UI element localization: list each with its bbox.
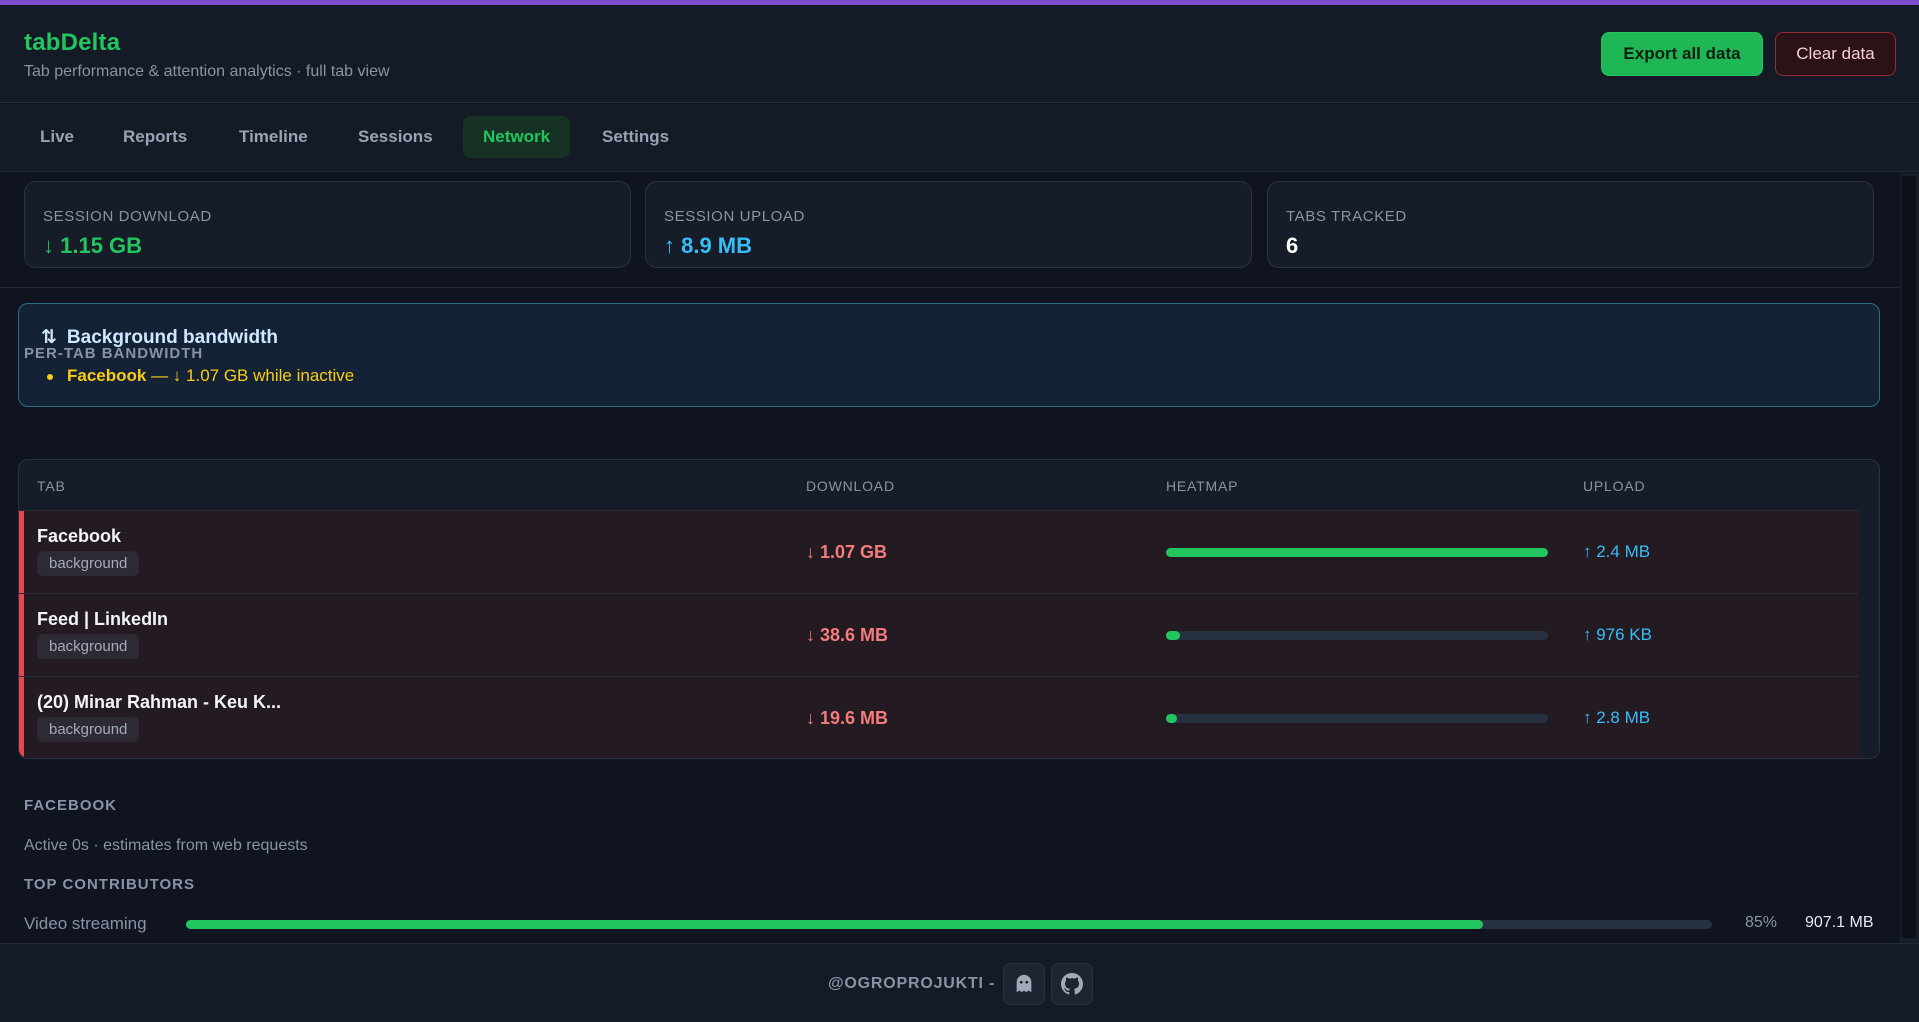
contributor-bar xyxy=(186,920,1712,929)
stat-value: ↓ 1.15 GB xyxy=(43,233,143,258)
row-status-stripe xyxy=(19,511,24,593)
detail-subtitle: Active 0s · estimates from web requests xyxy=(24,837,308,854)
upload-value: ↑ 976 KB xyxy=(1583,625,1652,644)
table-row[interactable]: Facebook background ↓ 1.07 GB ↑ 2.4 MB xyxy=(19,510,1859,593)
download-value: ↓ 19.6 MB xyxy=(806,708,889,728)
footer: @OGROPROJUKTI - xyxy=(0,943,1919,1022)
clear-data-button[interactable]: Clear data xyxy=(1775,32,1896,76)
network-panel: SESSION DOWNLOAD ↓ 1.15 GB SESSION UPLOA… xyxy=(0,173,1900,943)
contributor-fill xyxy=(186,920,1484,929)
heatmap-fill xyxy=(1166,714,1178,723)
tab-live[interactable]: Live xyxy=(20,116,94,158)
tab-bar: Live Reports Timeline Sessions Network S… xyxy=(0,104,1919,172)
upload-value: ↑ 2.8 MB xyxy=(1583,708,1651,727)
status-badge: background xyxy=(37,551,140,576)
stat-label: SESSION DOWNLOAD xyxy=(43,208,212,225)
scrollbar-thumb[interactable] xyxy=(1902,176,1916,938)
heatmap-bar xyxy=(1166,548,1548,557)
per-tab-section-label: PER-TAB BANDWIDTH xyxy=(24,345,204,362)
heatmap-bar xyxy=(1166,631,1548,640)
table-row[interactable]: (20) Minar Rahman - Keu K... background … xyxy=(19,676,1859,758)
alert-item-text: — ↓ 1.07 GB while inactive xyxy=(146,366,355,385)
tab-name: (20) Minar Rahman - Keu K... xyxy=(37,692,282,712)
tab-network[interactable]: Network xyxy=(463,116,571,158)
alert-site-name: Facebook xyxy=(67,366,147,385)
brand: tabDelta Tab performance & attention ana… xyxy=(24,29,390,81)
stat-value: ↑ 8.9 MB xyxy=(664,233,753,258)
tab-name: Facebook xyxy=(37,526,122,546)
github-icon[interactable] xyxy=(1051,963,1093,1005)
stat-label: TABS TRACKED xyxy=(1286,208,1407,225)
detail-section-label: FACEBOOK xyxy=(24,797,118,814)
row-status-stripe xyxy=(19,677,24,758)
export-all-data-button[interactable]: Export all data xyxy=(1601,32,1763,76)
download-value: ↓ 38.6 MB xyxy=(806,625,889,645)
heatmap-bar xyxy=(1166,714,1548,723)
column-header-download: DOWNLOAD xyxy=(806,478,895,494)
top-contributors-label: TOP CONTRIBUTORS xyxy=(24,876,196,893)
status-badge: background xyxy=(37,634,140,659)
ghost-icon[interactable] xyxy=(1003,963,1045,1005)
contributor-percent: 85% xyxy=(1745,914,1778,931)
footer-credit: @OGROPROJUKTI - xyxy=(828,975,996,992)
app-header: tabDelta Tab performance & attention ana… xyxy=(0,5,1919,103)
app-subtitle: Tab performance & attention analytics · … xyxy=(24,63,390,80)
stat-card-session-download: SESSION DOWNLOAD ↓ 1.15 GB xyxy=(24,181,631,268)
alert-list-item: Facebook — ↓ 1.07 GB while inactive xyxy=(46,366,355,386)
stat-label: SESSION UPLOAD xyxy=(664,208,805,225)
contributor-size: 907.1 MB xyxy=(1805,914,1874,931)
heatmap-fill xyxy=(1166,631,1180,640)
column-header-heatmap: HEATMAP xyxy=(1166,478,1239,494)
row-status-stripe xyxy=(19,594,24,676)
app-title: tabDelta xyxy=(24,29,121,56)
contributor-label: Video streaming xyxy=(24,914,147,933)
column-header-tab: TAB xyxy=(37,478,66,494)
heatmap-fill xyxy=(1166,548,1548,557)
stat-card-tabs-tracked: TABS TRACKED 6 xyxy=(1267,181,1874,268)
background-bandwidth-alert: ⇅ Background bandwidth Facebook — ↓ 1.07 … xyxy=(18,303,1880,407)
tab-settings[interactable]: Settings xyxy=(582,116,689,158)
stat-card-session-upload: SESSION UPLOAD ↑ 8.9 MB xyxy=(645,181,1252,268)
table-row[interactable]: Feed | LinkedIn background ↓ 38.6 MB ↑ 9… xyxy=(19,593,1859,676)
stat-value: 6 xyxy=(1286,233,1299,258)
tab-name: Feed | LinkedIn xyxy=(37,609,169,629)
upload-value: ↑ 2.4 MB xyxy=(1583,542,1651,561)
stats-row: SESSION DOWNLOAD ↓ 1.15 GB SESSION UPLOA… xyxy=(0,173,1900,288)
tab-sessions[interactable]: Sessions xyxy=(338,116,453,158)
column-header-upload: UPLOAD xyxy=(1583,478,1646,494)
status-badge: background xyxy=(37,717,140,742)
per-tab-bandwidth-table: TAB DOWNLOAD HEATMAP UPLOAD Facebook bac… xyxy=(18,459,1880,759)
tab-reports[interactable]: Reports xyxy=(103,116,207,158)
download-value: ↓ 1.07 GB xyxy=(806,542,888,562)
tab-timeline[interactable]: Timeline xyxy=(219,116,328,158)
